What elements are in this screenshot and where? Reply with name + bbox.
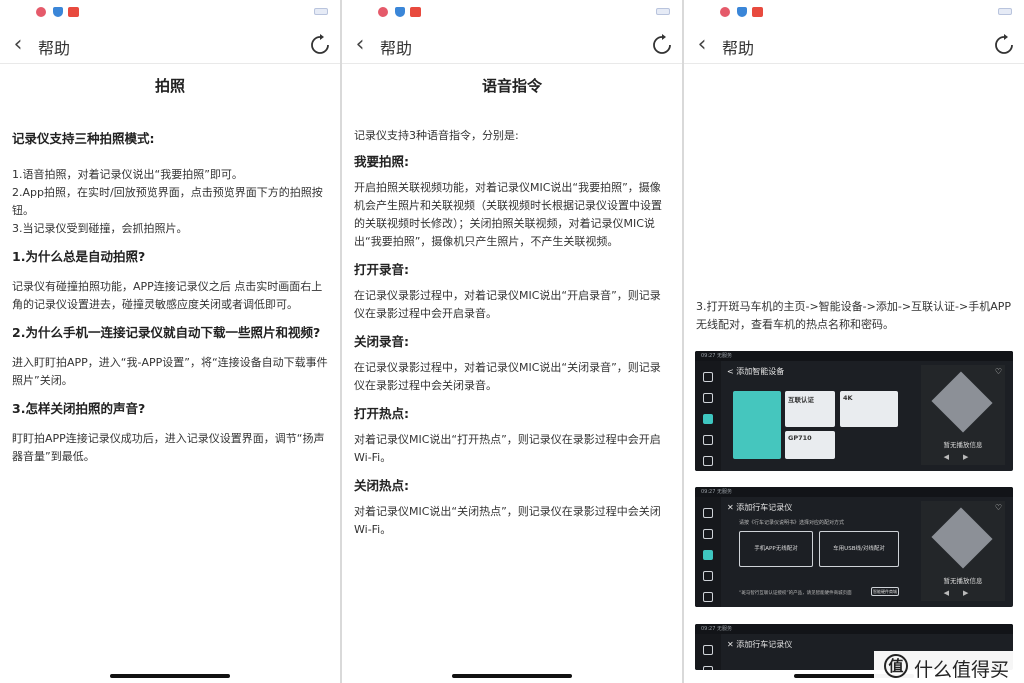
back-button[interactable]: ‹ xyxy=(690,32,714,58)
car-screen-image: 09:27 无服务 < 添加智能设备 互联认证 4K GP710 暂无播放信息 … xyxy=(695,351,1013,471)
car-screen-title: < 添加智能设备 xyxy=(727,367,785,376)
now-playing-text: 暂无播放信息 xyxy=(943,577,983,585)
car-screen-image: 09:27 无服务 ✕ 添加行车记录仪 请按《行车记录仪说明书》选择对应的配对方… xyxy=(695,487,1013,607)
car-screen-subtitle: 请按《行车记录仪说明书》选择对应的配对方式 xyxy=(739,520,845,526)
section-heading: 关闭录音: xyxy=(354,334,409,349)
faq-answer: 盯盯拍APP连接记录仪成功后，进入记录仪设置界面，调节“扬声器音量”到最低。 xyxy=(12,432,325,463)
heart-icon: ♡ xyxy=(994,503,1002,512)
back-button[interactable]: ‹ xyxy=(6,32,30,58)
car-sidebar xyxy=(695,497,721,607)
app-notification-icon xyxy=(378,7,388,17)
faq-question: 3.怎样关闭拍照的声音? xyxy=(12,401,146,416)
car-sidebar xyxy=(695,361,721,471)
car-status-bar: 09:27 无服务 xyxy=(695,351,1013,361)
help-panel-voice: ‹ 帮助 语音指令 记录仪支持3种语音指令，分别是: 我要拍照: 开启拍照关联视… xyxy=(342,0,682,683)
step-text: 3.打开斑马车机的主页->智能设备->添加->互联认证->手机APP无线配对，查… xyxy=(696,300,1012,331)
status-bar xyxy=(0,0,340,26)
car-sidebar xyxy=(695,634,721,670)
watermark-mark: 值 xyxy=(884,654,908,678)
help-panel-photo: ‹ 帮助 拍照 记录仪支持三种拍照模式: 1.语音拍照，对着记录仪说出“我要拍照… xyxy=(0,0,340,683)
list-item: 1.语音拍照，对着记录仪说出“我要拍照”即可。 xyxy=(12,168,243,181)
section-heading: 记录仪支持三种拍照模式: xyxy=(12,131,155,146)
media-controls: ◀▶ xyxy=(943,453,983,461)
battery-icon xyxy=(314,8,328,15)
app-wireless-pair-button: 手机APP无线配对 xyxy=(739,531,813,567)
faq-answer: 进入盯盯拍APP，进入“我-APP设置”，将“连接设备自动下载事件照片”关闭。 xyxy=(12,356,328,387)
refresh-icon[interactable] xyxy=(992,33,1016,57)
now-playing-card: 暂无播放信息 ◀▶ ♡ xyxy=(921,365,1005,465)
shield-icon xyxy=(395,7,405,17)
usb-pair-button: 车用USB线/对线配对 xyxy=(819,531,899,567)
header-title: 帮助 xyxy=(380,39,413,58)
device-card-label: 互联认证 xyxy=(788,396,814,404)
device-card-label: 4K xyxy=(843,394,853,402)
app-notification-icon xyxy=(720,7,730,17)
section-heading: 打开热点: xyxy=(354,406,409,421)
album-art-placeholder xyxy=(931,371,993,433)
refresh-icon[interactable] xyxy=(308,33,332,57)
now-playing-card: 暂无播放信息 ◀▶ ♡ xyxy=(921,501,1005,601)
mail-icon xyxy=(752,7,763,17)
device-card: 互联认证 xyxy=(785,391,835,427)
device-card: GP710 xyxy=(785,431,835,459)
battery-icon xyxy=(998,8,1012,15)
list-item: 3.当记录仪受到碰撞，会抓拍照片。 xyxy=(12,222,188,235)
hardware-mall-button: 智能硬件商城 xyxy=(871,587,899,596)
top-bar: ‹ 帮助 xyxy=(0,28,340,64)
app-notification-icon xyxy=(36,7,46,17)
shield-icon xyxy=(53,7,63,17)
home-indicator[interactable] xyxy=(452,674,572,678)
album-art-placeholder xyxy=(931,507,993,569)
watermark-logo: 值 什么值得买 xyxy=(874,651,1024,683)
help-content: 记录仪支持三种拍照模式: 1.语音拍照，对着记录仪说出“我要拍照”即可。 2.A… xyxy=(12,128,328,476)
section-text: 开启拍照关联视频功能，对着记录仪MIC说出“我要拍照”，摄像机会产生照片和关联视… xyxy=(354,181,662,248)
heart-icon: ♡ xyxy=(994,367,1002,376)
list-item: 2.App拍照，在实时/回放预览界面，点击预览界面下方的拍照按钮。 xyxy=(12,186,323,217)
device-card-label: GP710 xyxy=(788,434,812,442)
refresh-icon[interactable] xyxy=(650,33,674,57)
help-content: 记录仪支持3种语音指令，分别是: 我要拍照: 开启拍照关联视频功能，对着记录仪M… xyxy=(354,127,670,549)
car-status-bar: 09:27 无服务 xyxy=(695,487,1013,497)
car-screen-title: ✕ 添加行车记录仪 xyxy=(727,640,793,649)
home-indicator[interactable] xyxy=(110,674,230,678)
status-bar xyxy=(342,0,682,26)
section-text: 对着记录仪MIC说出“打开热点”，则记录仪在录影过程中会开启Wi-Fi。 xyxy=(354,433,661,464)
status-bar xyxy=(684,0,1024,26)
mail-icon xyxy=(410,7,421,17)
section-text: 在记录仪录影过程中，对着记录仪MIC说出“开启录音”，则记录仪在录影过程中会开启… xyxy=(354,289,661,320)
faq-question: 2.为什么手机一连接记录仪就自动下载一些照片和视频? xyxy=(12,325,321,340)
section-heading: 我要拍照: xyxy=(354,154,409,169)
top-bar: ‹ 帮助 xyxy=(684,28,1024,64)
section-text: 对着记录仪MIC说出“关闭热点”，则记录仪在录影过程中会关闭Wi-Fi。 xyxy=(354,505,661,536)
header-title: 帮助 xyxy=(722,39,755,58)
device-card-image xyxy=(733,391,781,459)
header-title: 帮助 xyxy=(38,39,71,58)
media-controls: ◀▶ xyxy=(943,589,983,597)
page-title: 语音指令 xyxy=(481,77,542,95)
top-bar: ‹ 帮助 xyxy=(342,28,682,64)
page-title: 拍照 xyxy=(154,77,185,95)
mail-icon xyxy=(68,7,79,17)
intro-text: 记录仪支持3种语音指令，分别是: xyxy=(354,129,519,142)
help-panel-pairing: ‹ 帮助 3.打开斑马车机的主页->智能设备->添加->互联认证->手机APP无… xyxy=(684,0,1024,683)
car-status-bar: 09:27 无服务 xyxy=(695,624,1013,634)
section-heading: 关闭热点: xyxy=(354,478,409,493)
device-card: 4K xyxy=(840,391,898,427)
section-heading: 打开录音: xyxy=(354,262,409,277)
help-content: 3.打开斑马车机的主页->智能设备->添加->互联认证->手机APP无线配对，查… xyxy=(696,298,1012,344)
shield-icon xyxy=(737,7,747,17)
car-screen-footnote: “斑马智行互联认证授权”的产品，请见智能硬件商城页面 xyxy=(739,591,852,596)
car-screen-title: ✕ 添加行车记录仪 xyxy=(727,503,793,512)
faq-answer: 记录仪有碰撞拍照功能，APP连接记录仪之后 点击实时画面右上角的记录仪设置进去，… xyxy=(12,280,323,311)
faq-question: 1.为什么总是自动拍照? xyxy=(12,249,146,264)
section-text: 在记录仪录影过程中，对着记录仪MIC说出“关闭录音”，则记录仪在录影过程中会关闭… xyxy=(354,361,661,392)
now-playing-text: 暂无播放信息 xyxy=(943,441,983,449)
back-button[interactable]: ‹ xyxy=(348,32,372,58)
battery-icon xyxy=(656,8,670,15)
watermark-text: 什么值得买 xyxy=(914,659,1010,681)
